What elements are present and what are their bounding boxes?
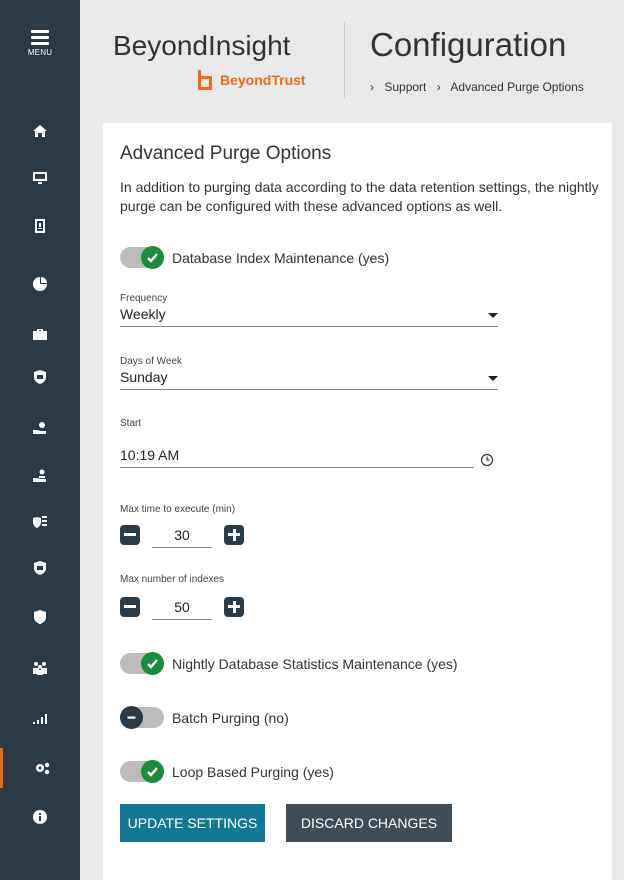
nav-reports[interactable] — [0, 698, 80, 738]
nav-users[interactable] — [0, 648, 80, 688]
caret-down-icon — [488, 376, 498, 381]
product-name: BeyondInsight — [113, 30, 291, 61]
max-indexes-input[interactable]: 50 — [152, 593, 212, 620]
update-settings-button[interactable]: UPDATE SETTINGS — [120, 804, 265, 842]
nav-policies[interactable] — [0, 501, 80, 541]
shield-device-icon — [34, 370, 46, 384]
max-time-stepper: 30 — [120, 521, 244, 548]
logo-text: BeyondTrust — [220, 72, 306, 88]
nav-keys[interactable] — [0, 597, 80, 637]
field-label: Frequency — [120, 293, 168, 304]
nav-endpoint[interactable] — [0, 357, 80, 397]
hamburger-icon — [31, 30, 49, 45]
discard-changes-button[interactable]: DISCARD CHANGES — [286, 804, 452, 842]
home-icon — [33, 125, 47, 137]
max-time-input[interactable]: 30 — [152, 521, 212, 548]
breadcrumb-support[interactable]: Support — [384, 80, 426, 94]
minus-icon — [124, 605, 136, 608]
batch-purging-toggle[interactable]: Batch Purging (no) — [120, 706, 289, 729]
increment-button[interactable] — [224, 596, 244, 617]
nav-access[interactable] — [0, 408, 80, 448]
sidebar: MENU — [0, 0, 80, 880]
chevron-right-icon: › — [436, 80, 441, 94]
max-indexes-stepper: 50 — [120, 593, 244, 620]
check-icon — [141, 652, 164, 675]
info-icon — [33, 810, 47, 824]
nav-badge[interactable] — [0, 206, 80, 246]
monitor-icon — [33, 172, 47, 184]
nav-protection[interactable] — [0, 548, 80, 588]
index-maintenance-toggle[interactable]: Database Index Maintenance (yes) — [120, 246, 390, 269]
hand-user-icon — [33, 469, 46, 482]
days-of-week-select[interactable]: Days of Week Sunday — [120, 356, 498, 390]
analytics-icon — [33, 277, 47, 291]
nav-users-access[interactable] — [0, 456, 80, 496]
toggle-label: Nightly Database Statistics Maintenance … — [172, 655, 458, 672]
caret-down-icon — [488, 313, 498, 318]
frequency-select[interactable]: Frequency Weekly — [120, 293, 498, 327]
card-description: In addition to purging data according to… — [120, 179, 599, 214]
shield-monitor-icon — [34, 561, 46, 575]
page-title: Configuration — [370, 26, 567, 63]
nav-assets[interactable] — [0, 158, 80, 198]
briefcase-icon — [33, 329, 47, 340]
shield-key-icon — [34, 610, 46, 624]
stats-maintenance-toggle[interactable]: Nightly Database Statistics Maintenance … — [120, 652, 458, 675]
chevron-right-icon: › — [370, 80, 374, 94]
check-icon — [141, 760, 164, 783]
field-value: Sunday — [120, 369, 168, 385]
check-icon — [141, 246, 164, 269]
start-time-field[interactable]: Start 10:19 AM — [120, 418, 474, 468]
gears-icon — [35, 762, 49, 775]
menu-label: MENU — [27, 48, 53, 57]
field-label: Start — [120, 418, 142, 429]
bar-chart-icon — [33, 714, 47, 724]
nav-home[interactable] — [0, 111, 80, 151]
start-time-value[interactable]: 10:19 AM — [120, 447, 474, 463]
field-value: Weekly — [120, 306, 166, 322]
beyondtrust-logo-icon — [198, 70, 212, 90]
toggle-label: Loop Based Purging (yes) — [172, 763, 334, 780]
toggle-track[interactable] — [120, 246, 164, 269]
breadcrumb: › Support › Advanced Purge Options — [370, 80, 584, 94]
card-title: Advanced Purge Options — [120, 143, 332, 164]
max-time-label: Max time to execute (min) — [120, 504, 236, 515]
purge-options-card: Advanced Purge Options In addition to pu… — [103, 123, 612, 880]
breadcrumb-current: Advanced Purge Options — [450, 80, 584, 94]
decrement-button[interactable] — [120, 596, 140, 617]
toggle-label: Database Index Maintenance (yes) — [172, 249, 390, 266]
clock-icon[interactable] — [480, 453, 494, 467]
toggle-label: Batch Purging (no) — [172, 709, 289, 726]
loop-purging-toggle[interactable]: Loop Based Purging (yes) — [120, 760, 334, 783]
nav-analytics[interactable] — [0, 264, 80, 304]
field-label: Days of Week — [120, 356, 183, 367]
badge-icon — [35, 219, 45, 233]
shield-list-icon — [33, 516, 47, 528]
hand-gear-icon — [33, 422, 46, 434]
toggle-track[interactable] — [120, 760, 164, 783]
increment-button[interactable] — [224, 524, 244, 545]
header-divider — [344, 22, 345, 98]
users-icon — [33, 662, 47, 675]
menu-button[interactable]: MENU — [0, 30, 80, 57]
toggle-track[interactable] — [120, 706, 164, 729]
toggle-track[interactable] — [120, 652, 164, 675]
nav-jobs[interactable] — [0, 314, 80, 354]
minus-circle-icon — [120, 706, 143, 729]
max-indexes-label: Max number of indexes — [120, 574, 224, 585]
minus-icon — [124, 533, 136, 536]
nav-about[interactable] — [0, 797, 80, 837]
nav-configuration[interactable] — [0, 748, 80, 788]
brand-logo: BeyondTrust — [196, 70, 306, 90]
decrement-button[interactable] — [120, 524, 140, 545]
